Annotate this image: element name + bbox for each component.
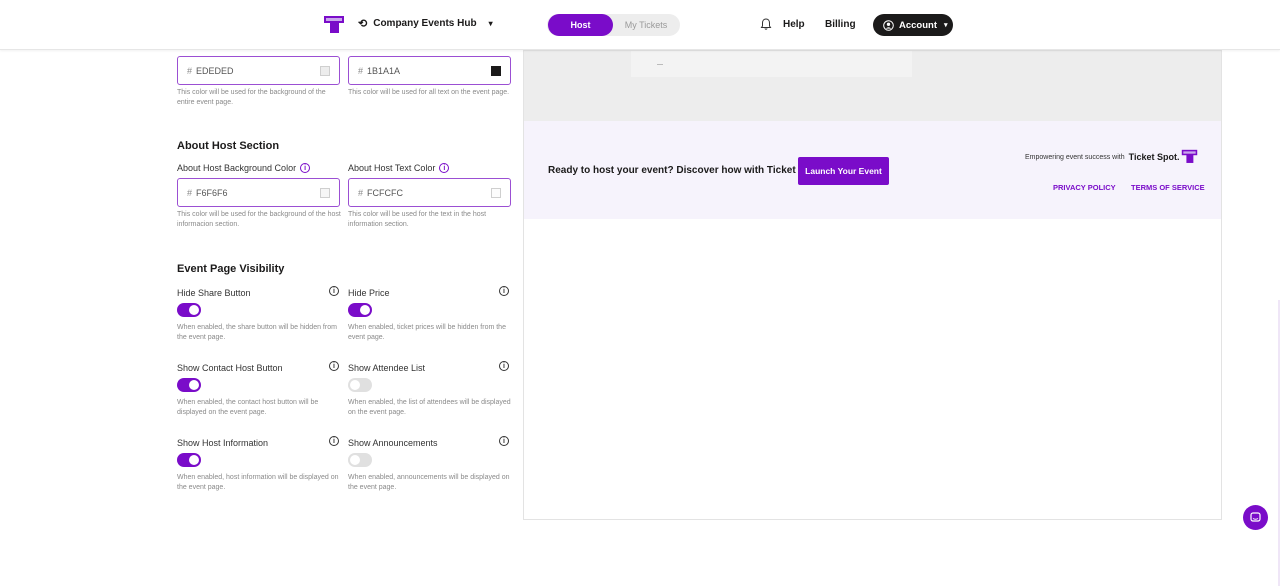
hide-share-helper: When enabled, the share button will be h…: [177, 324, 337, 341]
hide-price-label: Hide Price: [348, 288, 390, 298]
hide-price-helper: When enabled, ticket prices will be hidd…: [348, 324, 506, 341]
sync-icon: ⟲: [358, 18, 368, 30]
hash-symbol: #: [358, 65, 364, 76]
mode-toggle: Host My Tickets: [547, 14, 680, 36]
preview-page-background: [524, 51, 1221, 121]
settings-panel: # EDEDED This color will be used for the…: [177, 0, 512, 586]
show-announcements-label: Show Announcements: [348, 438, 438, 448]
help-link[interactable]: Help: [783, 19, 805, 30]
hash-symbol: #: [187, 187, 193, 198]
background-color-input[interactable]: # EDEDED: [177, 56, 340, 85]
preview-footer: Ready to host your event? Discover how w…: [524, 121, 1221, 219]
hide-share-toggle[interactable]: [177, 303, 201, 317]
tab-my-tickets[interactable]: My Tickets: [613, 14, 679, 36]
about-host-bg-label: About Host Background Color i: [177, 163, 311, 173]
workspace-selector[interactable]: ⟲ Company Events Hub ▾: [358, 17, 493, 30]
about-host-text-label: About Host Text Color i: [348, 163, 450, 173]
visibility-title: Event Page Visibility: [177, 263, 285, 275]
color-swatch[interactable]: [491, 188, 501, 198]
hash-symbol: #: [187, 65, 193, 76]
cta-text: Ready to host your event? Discover how w…: [548, 165, 824, 176]
background-color-helper: This color will be used for the backgrou…: [177, 89, 326, 106]
text-color-input[interactable]: # 1B1A1A: [348, 56, 511, 85]
launch-event-button[interactable]: Launch Your Event: [798, 157, 889, 185]
tab-host[interactable]: Host: [548, 14, 613, 36]
workspace-label: Company Events Hub: [373, 18, 477, 29]
text-color-helper: This color will be used for all text on …: [348, 89, 510, 96]
info-icon[interactable]: i: [329, 436, 339, 446]
info-icon[interactable]: i: [439, 163, 450, 173]
about-host-bg-label-text: About Host Background Color: [177, 163, 297, 173]
show-attendee-list-label: Show Attendee List: [348, 363, 426, 373]
color-swatch[interactable]: [320, 66, 330, 76]
info-icon[interactable]: i: [499, 361, 509, 371]
account-label: Account: [899, 19, 937, 31]
color-swatch[interactable]: [320, 188, 330, 198]
about-host-text-value: FCFCFC: [367, 187, 404, 198]
brand-name: Ticket Spot.: [1128, 152, 1180, 162]
hash-symbol: #: [358, 187, 364, 198]
about-host-title: About Host Section: [177, 140, 280, 152]
info-icon[interactable]: i: [300, 163, 311, 173]
privacy-policy-link[interactable]: PRIVACY POLICY: [1053, 183, 1116, 192]
about-host-text-input[interactable]: # FCFCFC: [348, 178, 511, 207]
toggle-knob: [189, 380, 199, 390]
terms-of-service-link[interactable]: TERMS OF SERVICE: [1131, 183, 1205, 192]
show-contact-host-toggle[interactable]: [177, 378, 201, 392]
about-host-bg-input[interactable]: # F6F6F6: [177, 178, 340, 207]
text-color-value: 1B1A1A: [367, 65, 401, 76]
chat-icon: [1250, 512, 1261, 522]
empowering-tagline: Empowering event success with Ticket Spo…: [1025, 152, 1179, 162]
toggle-knob: [350, 380, 360, 390]
show-attendee-list-helper: When enabled, the list of attendees will…: [348, 399, 511, 416]
about-host-text-label-text: About Host Text Color: [348, 163, 436, 173]
background-color-value: EDEDED: [196, 65, 234, 76]
divider: [657, 64, 663, 65]
hide-price-toggle[interactable]: [348, 303, 372, 317]
show-host-info-label: Show Host Information: [177, 438, 269, 448]
show-announcements-toggle[interactable]: [348, 453, 372, 467]
show-host-info-helper: When enabled, host information will be d…: [177, 474, 339, 491]
show-attendee-list-toggle[interactable]: [348, 378, 372, 392]
empowering-text: Empowering event success with: [1025, 153, 1125, 161]
info-icon[interactable]: i: [329, 361, 339, 371]
about-host-bg-helper: This color will be used for the backgrou…: [177, 211, 341, 228]
chevron-down-icon: ▾: [488, 19, 493, 28]
top-nav: ⟲ Company Events Hub ▾ Host My Tickets H…: [0, 0, 1280, 50]
toggle-knob: [360, 305, 370, 315]
info-icon[interactable]: i: [329, 286, 339, 296]
bell-icon[interactable]: [759, 17, 773, 31]
toggle-knob: [350, 455, 360, 465]
toggle-knob: [189, 455, 199, 465]
hide-share-label: Hide Share Button: [177, 288, 251, 298]
about-host-text-helper: This color will be used for the text in …: [348, 211, 487, 228]
account-button[interactable]: Account ▾: [873, 14, 953, 36]
preview-content-block: [631, 51, 912, 77]
ticket-spot-logo: [1181, 149, 1198, 163]
show-contact-host-helper: When enabled, the contact host button wi…: [177, 399, 319, 416]
user-circle-icon: [883, 19, 894, 31]
event-page-preview: Ready to host your event? Discover how w…: [523, 50, 1222, 520]
ticket-spot-logo[interactable]: [323, 14, 345, 34]
info-icon[interactable]: i: [499, 286, 509, 296]
info-icon[interactable]: i: [499, 436, 509, 446]
color-swatch[interactable]: [491, 66, 501, 76]
about-host-bg-value: F6F6F6: [196, 187, 228, 198]
show-announcements-helper: When enabled, announcements will be disp…: [348, 474, 510, 491]
chevron-down-icon: ▾: [944, 22, 948, 29]
toggle-knob: [189, 305, 199, 315]
show-host-info-toggle[interactable]: [177, 453, 201, 467]
billing-link[interactable]: Billing: [825, 19, 856, 30]
chat-support-button[interactable]: [1243, 505, 1268, 530]
show-contact-host-label: Show Contact Host Button: [177, 363, 283, 373]
